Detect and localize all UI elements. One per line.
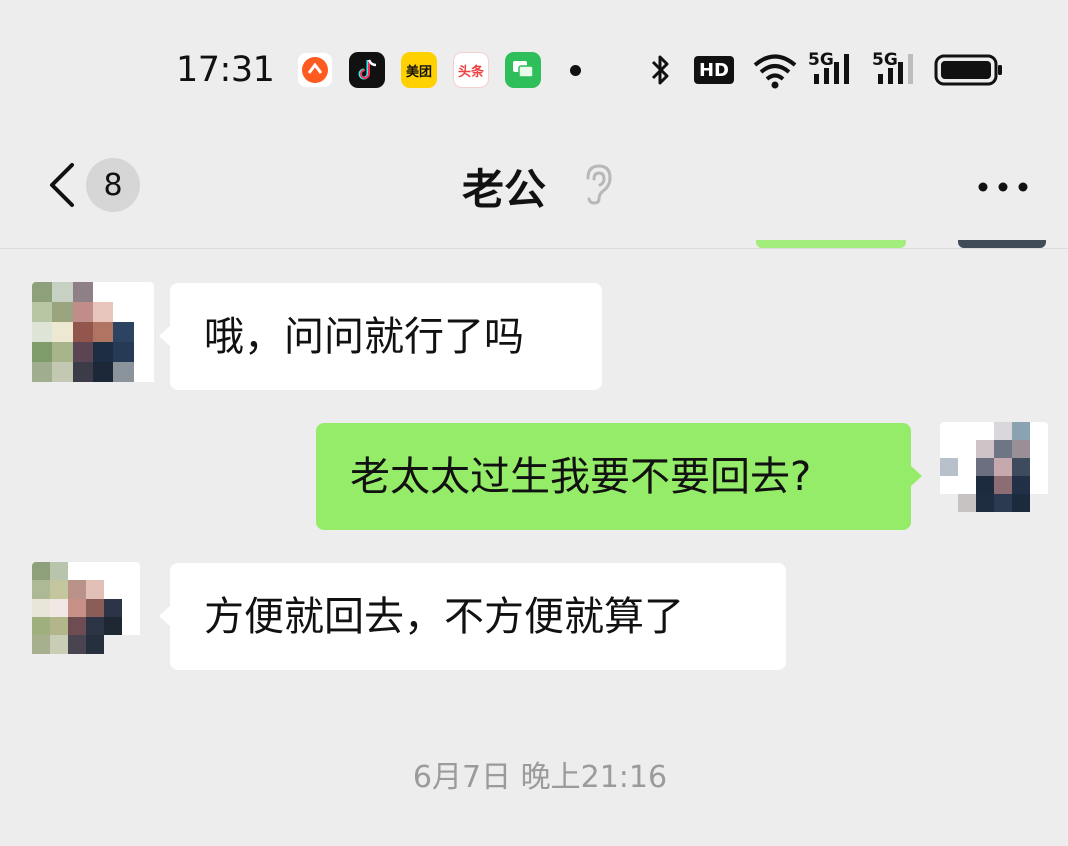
bluetooth-icon — [651, 55, 669, 85]
bubble-tail — [910, 465, 922, 487]
avatar-self[interactable] — [940, 422, 1048, 530]
unread-count-badge[interactable]: 8 — [86, 158, 140, 212]
status-time: 17:31 — [176, 50, 275, 90]
avatar-contact[interactable] — [32, 562, 140, 672]
wifi-icon — [753, 54, 797, 89]
signal-5g-primary: 5G — [808, 48, 860, 92]
more-options-icon[interactable] — [976, 180, 1030, 194]
previous-message-fragment — [756, 240, 906, 248]
battery-icon — [934, 54, 1002, 86]
meituan-app-label: 美团 — [405, 64, 432, 80]
hd-voice-icon: HD — [694, 56, 734, 84]
orange-app-icon — [297, 52, 333, 88]
douyin-app-icon — [349, 52, 385, 88]
status-bar: 17:31 美团 头条 HD 5G 5G — [0, 0, 1068, 140]
ear-icon — [586, 164, 612, 205]
chat-title: 老公 — [462, 165, 547, 214]
avatar-contact[interactable] — [32, 282, 154, 402]
back-chevron-icon[interactable] — [46, 162, 80, 208]
toutiao-app-icon: 头条 — [453, 52, 489, 88]
hd-label: HD — [698, 59, 729, 81]
previous-avatar-fragment — [958, 240, 1046, 248]
message-timestamp: 6月7日 晚上21:16 — [412, 760, 668, 795]
signal-5g-secondary: 5G — [872, 48, 924, 92]
meituan-app-icon: 美团 — [401, 52, 437, 88]
toutiao-app-label: 头条 — [457, 64, 484, 80]
chat-header: 8 老公 — [0, 140, 1068, 248]
message-bubble-received[interactable]: 方便就回去，不方便就算了 — [170, 563, 786, 670]
message-bubble-received[interactable]: 哦，问问就行了吗 — [170, 283, 602, 390]
messages-app-icon — [505, 52, 541, 88]
message-bubble-sent[interactable]: 老太太过生我要不要回去? — [316, 423, 911, 530]
notification-dot-icon — [570, 65, 581, 76]
header-divider — [0, 248, 1068, 249]
